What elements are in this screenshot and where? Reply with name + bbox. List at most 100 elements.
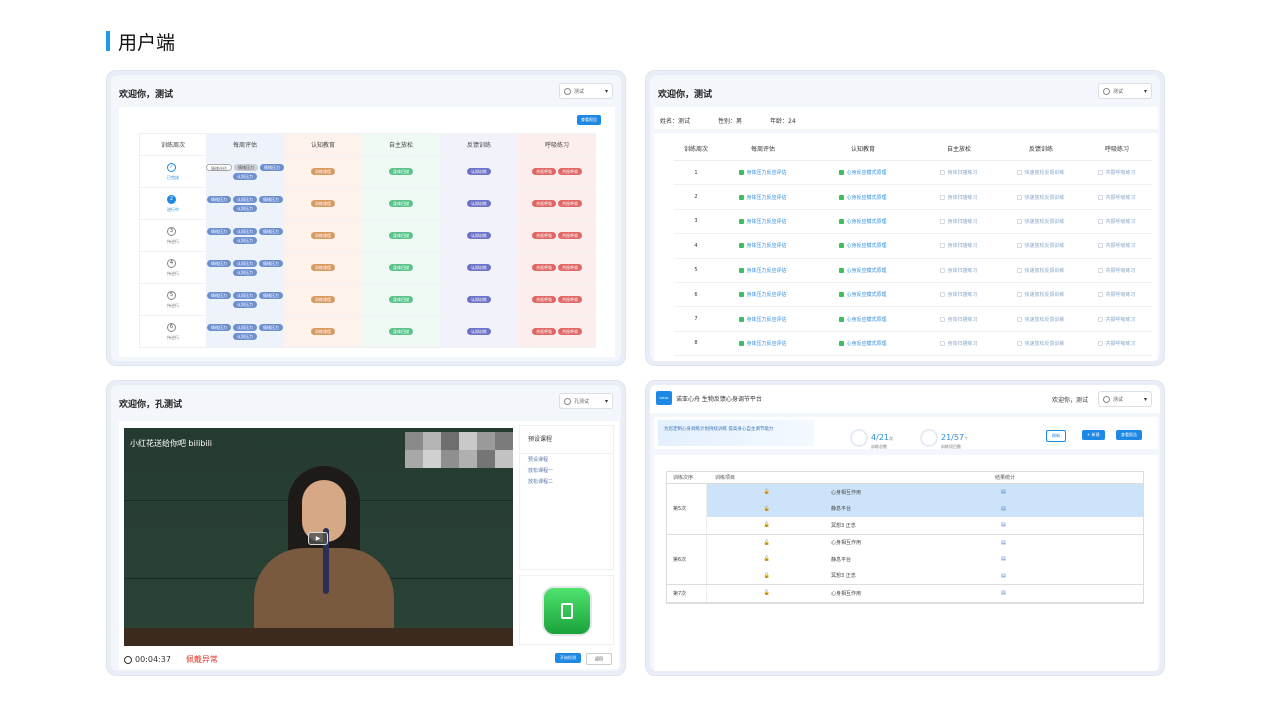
record-cell[interactable]: 身体压力反应评估 xyxy=(718,242,808,249)
task-tag[interactable]: 身体扫描 xyxy=(389,296,413,303)
task-tag[interactable]: 情绪压力 xyxy=(207,291,231,299)
task-tag[interactable]: 认知压力 xyxy=(233,259,257,267)
session-item-row[interactable]: 🔓 心身相互作用 ▤ xyxy=(707,484,1143,501)
task-tag[interactable]: 共振呼吸 xyxy=(532,168,556,175)
task-tag[interactable]: 身体扫描 xyxy=(389,168,413,175)
record-cell[interactable]: 共振呼吸练习 xyxy=(1082,194,1152,201)
task-tag[interactable]: 共振呼吸 xyxy=(558,168,582,175)
record-cell[interactable]: 身体压力反应评估 xyxy=(718,291,808,298)
task-tag[interactable]: 认知压力 xyxy=(233,332,257,340)
course-item[interactable]: 放松课程二 xyxy=(520,476,613,487)
record-cell[interactable]: 共振呼吸练习 xyxy=(1082,316,1152,323)
record-cell[interactable]: 共振呼吸练习 xyxy=(1082,242,1152,249)
task-tag[interactable]: 认知训练 xyxy=(467,264,491,271)
task-tag[interactable]: 身体扫描 xyxy=(389,200,413,207)
session-item-row[interactable]: 🔓 冥想3 正念 ▤ xyxy=(707,568,1143,585)
session-item-row[interactable]: 🔓 冥想3 正念 ▤ xyxy=(707,517,1143,534)
task-tag[interactable]: 训练课程 xyxy=(311,200,335,207)
task-tag[interactable]: 身体扫描 xyxy=(389,232,413,239)
task-tag[interactable]: 情绪压力 xyxy=(207,323,231,331)
record-cell[interactable]: 心身反应模式原理 xyxy=(808,242,918,249)
record-cell[interactable]: 快速放松反馈训练 xyxy=(1000,218,1082,225)
user-dropdown[interactable]: 测试 ▾ xyxy=(559,83,613,99)
record-cell[interactable]: 共振呼吸练习 xyxy=(1082,218,1152,225)
record-cell[interactable]: 身体压力反应评估 xyxy=(718,340,808,347)
record-cell[interactable]: 身体压力反应评估 xyxy=(718,267,808,274)
record-cell[interactable]: 身体扫描练习 xyxy=(918,316,1000,323)
task-tag[interactable]: 认知压力 xyxy=(233,300,257,308)
task-tag[interactable]: 认知压力 xyxy=(233,291,257,299)
play-icon[interactable]: ▶ xyxy=(308,532,328,545)
refresh-button[interactable]: 刷新 xyxy=(1046,430,1066,442)
user-dropdown[interactable]: 测试 ▾ xyxy=(1098,83,1152,99)
task-tag[interactable]: 认知训练 xyxy=(467,232,491,239)
task-tag[interactable]: 共振呼吸 xyxy=(532,296,556,303)
session-item-row[interactable]: 🔓 心身相互作用 ▤ xyxy=(707,585,1143,602)
report-icon[interactable]: ▤ xyxy=(1001,590,1143,596)
record-cell[interactable]: 共振呼吸练习 xyxy=(1082,340,1152,347)
task-tag[interactable]: 认知训练 xyxy=(467,328,491,335)
report-button[interactable]: 查看报告 xyxy=(1116,430,1142,440)
task-tag[interactable]: 认知压力 xyxy=(233,227,257,235)
record-cell[interactable]: 身体扫描练习 xyxy=(918,242,1000,249)
report-icon[interactable]: ▤ xyxy=(1001,573,1143,579)
task-tag[interactable]: 共振呼吸 xyxy=(558,264,582,271)
task-tag[interactable]: 身体扫描 xyxy=(389,264,413,271)
record-cell[interactable]: 共振呼吸练习 xyxy=(1082,291,1152,298)
session-item-row[interactable]: 🔓 静息平台 ▤ xyxy=(707,551,1143,568)
task-tag[interactable]: 认知压力 xyxy=(233,323,257,331)
task-tag[interactable]: 认知压力 xyxy=(233,195,257,203)
record-cell[interactable]: 共振呼吸练习 xyxy=(1082,267,1152,274)
user-dropdown[interactable]: 孔测试 ▾ xyxy=(559,393,613,409)
task-tag[interactable]: 情绪压力 xyxy=(259,195,283,203)
task-tag[interactable]: 共振呼吸 xyxy=(532,232,556,239)
report-icon[interactable]: ▤ xyxy=(1001,540,1143,546)
record-cell[interactable]: 心身反应模式原理 xyxy=(808,169,918,176)
record-cell[interactable]: 快速放松反馈训练 xyxy=(1000,316,1082,323)
task-tag[interactable]: 训练课程 xyxy=(311,296,335,303)
record-cell[interactable]: 快速放松反馈训练 xyxy=(1000,169,1082,176)
record-cell[interactable]: 心身反应模式原理 xyxy=(808,218,918,225)
task-tag[interactable]: 认知压力 xyxy=(233,204,257,212)
record-cell[interactable]: 快速放松反馈训练 xyxy=(1000,291,1082,298)
view-report-button[interactable]: 查看报告 xyxy=(577,115,601,125)
record-cell[interactable]: 身体压力反应评估 xyxy=(718,169,808,176)
video-player[interactable]: 小红花送给你吧 bilibili ▶ xyxy=(124,428,513,646)
task-tag[interactable]: 情绪压力 xyxy=(207,227,231,235)
record-cell[interactable]: 身体压力反应评估 xyxy=(718,316,808,323)
task-tag[interactable]: 共振呼吸 xyxy=(558,296,582,303)
task-tag[interactable]: 情绪压力 xyxy=(234,163,258,171)
record-cell[interactable]: 身体压力反应评估 xyxy=(718,194,808,201)
course-item[interactable]: 放松课程一 xyxy=(520,465,613,476)
record-cell[interactable]: 身体压力反应评估 xyxy=(718,218,808,225)
task-tag[interactable]: 共振呼吸 xyxy=(558,232,582,239)
task-tag[interactable]: 情绪评估 xyxy=(206,163,232,171)
user-dropdown[interactable]: 测试 ▾ xyxy=(1098,391,1152,407)
record-cell[interactable]: 身体扫描练习 xyxy=(918,218,1000,225)
task-tag[interactable]: 情绪压力 xyxy=(260,163,284,171)
document-app-icon[interactable] xyxy=(542,586,592,636)
task-tag[interactable]: 训练课程 xyxy=(311,264,335,271)
record-cell[interactable]: 身体扫描练习 xyxy=(918,340,1000,347)
report-icon[interactable]: ▤ xyxy=(1001,556,1143,562)
task-tag[interactable]: 情绪压力 xyxy=(259,291,283,299)
new-button[interactable]: + 新建 xyxy=(1082,430,1105,440)
task-tag[interactable]: 认知训练 xyxy=(467,296,491,303)
record-cell[interactable]: 心身反应模式原理 xyxy=(808,194,918,201)
task-tag[interactable]: 情绪压力 xyxy=(259,323,283,331)
report-icon[interactable]: ▤ xyxy=(1001,522,1143,528)
task-tag[interactable]: 认知训练 xyxy=(467,168,491,175)
record-cell[interactable]: 身体扫描练习 xyxy=(918,194,1000,201)
task-tag[interactable]: 训练课程 xyxy=(311,232,335,239)
record-cell[interactable]: 快速放松反馈训练 xyxy=(1000,267,1082,274)
record-cell[interactable]: 心身反应模式原理 xyxy=(808,267,918,274)
task-tag[interactable]: 认知压力 xyxy=(233,268,257,276)
record-cell[interactable]: 快速放松反馈训练 xyxy=(1000,194,1082,201)
task-tag[interactable]: 认知压力 xyxy=(233,172,257,180)
task-tag[interactable]: 共振呼吸 xyxy=(532,200,556,207)
back-button[interactable]: 返回 xyxy=(586,653,612,665)
task-tag[interactable]: 认知训练 xyxy=(467,200,491,207)
record-cell[interactable]: 共振呼吸练习 xyxy=(1082,169,1152,176)
start-detect-button[interactable]: 开始检测 xyxy=(555,653,581,663)
task-tag[interactable]: 共振呼吸 xyxy=(532,264,556,271)
